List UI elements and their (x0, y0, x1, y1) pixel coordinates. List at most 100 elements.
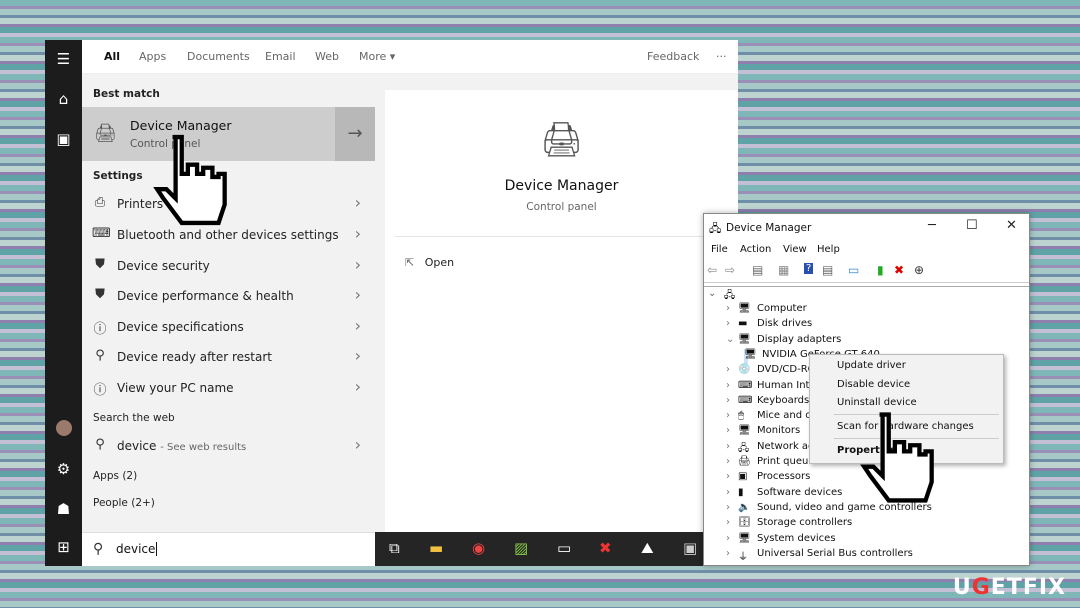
device-category-icon: 🖥 (744, 348, 757, 360)
collapse-icon[interactable]: ⌄ (726, 334, 734, 345)
properties-icon[interactable]: ▤ (752, 263, 763, 277)
download-icon[interactable]: ⊕ (914, 263, 924, 277)
chevron-right-icon: › (354, 316, 361, 335)
avatar[interactable] (45, 420, 82, 440)
settings-item[interactable]: ⌨ Bluetooth and other devices settings › (82, 220, 375, 250)
search-tabs: All Apps Documents Email Web More ▾ Feed… (82, 40, 738, 77)
apps-header[interactable]: Apps (2) (93, 470, 137, 482)
tree-node-label: Universal Serial Bus controllers (757, 547, 913, 559)
device-category-icon: 🖧 (738, 442, 750, 454)
tab-web[interactable]: Web (315, 50, 339, 63)
expand-icon[interactable]: › (726, 318, 730, 329)
close-app-icon[interactable]: ✖ (599, 539, 612, 557)
back-icon[interactable]: ⇦ (707, 263, 717, 277)
expand-icon[interactable]: › (726, 410, 730, 421)
maximize-button[interactable]: ☐ (966, 218, 978, 233)
hamburger-menu-icon[interactable]: ☰ (45, 50, 82, 68)
device-category-icon: 🔈 (738, 501, 751, 513)
settings-item[interactable]: ⓘ Device specifications › (82, 312, 375, 342)
help-icon[interactable]: ? (804, 263, 814, 274)
uninstall-icon[interactable]: ✖ (894, 263, 904, 277)
photos-icon[interactable]: ⛰ (641, 539, 654, 557)
details-icon[interactable]: ▤ (822, 263, 833, 277)
update-driver-icon[interactable]: ▮ (877, 263, 884, 277)
expand-icon[interactable]: › (726, 548, 730, 559)
settings-item[interactable]: ⎙ Printers & › (82, 189, 375, 219)
ctx-uninstall-device[interactable]: Uninstall device (837, 397, 917, 408)
chevron-right-icon: › (354, 285, 361, 304)
settings-item[interactable]: ⛊ Device performance & health › (82, 281, 375, 311)
menu-help[interactable]: Help (817, 244, 840, 255)
preview-pane: 🖨 Device Manager Control panel ⇱ Open (385, 90, 738, 532)
task-view-icon[interactable]: ⧉ (389, 539, 400, 557)
tree-node-label: Human Inte (757, 379, 816, 391)
tree-node-label: DVD/CD-RO (757, 364, 816, 376)
menu-view[interactable]: View (783, 244, 807, 255)
expand-root-icon[interactable]: ⌄ (708, 288, 716, 299)
info-icon: ⓘ (93, 322, 107, 337)
terminal-icon[interactable]: ▭ (557, 539, 571, 557)
app-icon[interactable]: ▨ (514, 539, 528, 557)
close-button[interactable]: ✕ (1006, 218, 1017, 233)
results-list: Best match 🖨 Device Manager Control pane… (82, 74, 375, 532)
ctx-properties[interactable]: Properties (837, 445, 896, 456)
expand-icon[interactable]: › (726, 487, 730, 498)
expand-icon[interactable]: › (726, 471, 730, 482)
tab-all[interactable]: All (95, 50, 129, 77)
device-icon[interactable]: ▣ (683, 539, 697, 557)
expand-icon[interactable]: › (726, 425, 730, 436)
best-match-item[interactable]: 🖨 Device Manager Control panel → (82, 107, 375, 161)
open-arrow-button[interactable]: → (335, 107, 375, 161)
tab-apps[interactable]: Apps (139, 50, 166, 63)
search-box[interactable]: ⚲ device (82, 532, 375, 566)
people-icon[interactable]: ☗ (45, 500, 82, 518)
device-category-icon: 🖨 (738, 456, 751, 467)
settings-item[interactable]: ⓘ View your PC name › (82, 373, 375, 403)
people-header[interactable]: People (2+) (93, 497, 155, 509)
scan-monitor-icon[interactable]: ▭ (848, 263, 859, 277)
shield-icon: ⛊ (95, 257, 105, 272)
tab-email[interactable]: Email (265, 50, 296, 63)
settings-item[interactable]: ⚲ Device ready after restart › (82, 342, 375, 372)
file-explorer-icon[interactable]: ▬ (429, 539, 443, 557)
expand-icon[interactable]: › (726, 456, 730, 467)
gear-icon[interactable]: ⚙ (45, 460, 82, 478)
open-action[interactable]: ⇱ Open (405, 256, 454, 269)
tree-node-label: Processors (757, 471, 811, 483)
tree-node-label: Mice and ot (757, 410, 816, 422)
ctx-scan-hardware[interactable]: Scan for hardware changes (837, 421, 974, 432)
chevron-right-icon: › (354, 224, 361, 243)
expand-icon[interactable]: › (726, 502, 730, 513)
tab-more[interactable]: More ▾ (359, 50, 395, 63)
web-result-item[interactable]: ⚲ device - See web results › (82, 431, 375, 461)
notebook-icon[interactable]: ▣ (45, 130, 82, 148)
windows-start-icon[interactable]: ⊞ (45, 538, 82, 556)
search-input[interactable]: device (116, 542, 158, 556)
expand-icon[interactable]: › (726, 380, 730, 391)
toolbar: ⇦ ⇨ ▤ ▦ ? ▤ ▭ ▮ ✖ ⊕ (704, 259, 1029, 283)
expand-icon[interactable]: › (726, 303, 730, 314)
view-icon[interactable]: ▦ (778, 263, 789, 277)
taskbar: ⧉ ▬ ◉ ▨ ▭ ✖ ⛰ ▣ (375, 532, 705, 566)
expand-icon[interactable]: › (726, 364, 730, 375)
shield-icon: ⛊ (95, 287, 105, 302)
ctx-update-driver[interactable]: Update driver (837, 360, 906, 371)
menu-file[interactable]: File (711, 244, 728, 255)
more-options-button[interactable]: ··· (716, 50, 727, 63)
expand-icon[interactable]: › (726, 517, 730, 528)
expand-icon[interactable]: › (726, 441, 730, 452)
menu-action[interactable]: Action (740, 244, 771, 255)
tab-documents[interactable]: Documents (187, 50, 250, 63)
tree-node[interactable]: 🖥NVIDIA GeForce GT 640 (744, 348, 880, 364)
ctx-disable-device[interactable]: Disable device (837, 379, 910, 390)
expand-icon[interactable]: › (726, 395, 730, 406)
device-category-icon: ▬ (738, 318, 748, 330)
feedback-link[interactable]: Feedback (647, 50, 699, 63)
home-icon[interactable]: ⌂ (45, 90, 82, 108)
device-manager-large-icon: 🖨 (539, 120, 584, 160)
chrome-icon[interactable]: ◉ (472, 539, 485, 557)
settings-item[interactable]: ⛊ Device security › (82, 251, 375, 281)
minimize-button[interactable]: ─ (928, 218, 936, 233)
expand-icon[interactable]: › (726, 533, 730, 544)
forward-icon[interactable]: ⇨ (725, 263, 735, 277)
